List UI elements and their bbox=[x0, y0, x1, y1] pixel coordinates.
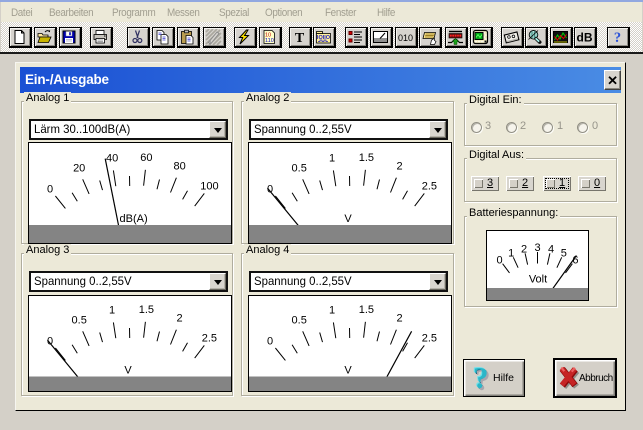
svg-text:1: 1 bbox=[329, 305, 335, 317]
svg-text:2: 2 bbox=[521, 244, 527, 256]
svg-text:1: 1 bbox=[508, 248, 514, 260]
svg-text:dB: dB bbox=[577, 31, 593, 45]
svg-text:0.5: 0.5 bbox=[72, 314, 87, 326]
svg-text:0: 0 bbox=[267, 335, 273, 347]
svg-text:0: 0 bbox=[497, 255, 503, 267]
svg-text:010: 010 bbox=[398, 33, 413, 43]
svg-text:110: 110 bbox=[265, 38, 274, 44]
svg-text:Volt: Volt bbox=[529, 274, 547, 286]
svg-text:2.5: 2.5 bbox=[422, 333, 437, 345]
svg-text:dB(A): dB(A) bbox=[120, 213, 148, 225]
svg-text:60: 60 bbox=[140, 152, 152, 164]
svg-text:T: T bbox=[295, 31, 305, 45]
svg-text:0: 0 bbox=[47, 183, 53, 195]
svg-text:V: V bbox=[344, 213, 352, 225]
svg-text:2.5: 2.5 bbox=[202, 333, 217, 345]
svg-text:1.5: 1.5 bbox=[359, 152, 374, 164]
svg-text:3: 3 bbox=[534, 242, 540, 254]
svg-text:1.5: 1.5 bbox=[139, 304, 154, 316]
svg-text:2: 2 bbox=[397, 161, 403, 173]
svg-text:2: 2 bbox=[177, 313, 183, 325]
svg-text:0.5: 0.5 bbox=[292, 162, 307, 174]
svg-text:4: 4 bbox=[548, 244, 554, 256]
svg-text:40: 40 bbox=[106, 153, 118, 165]
svg-text:1: 1 bbox=[329, 153, 335, 165]
svg-text:V: V bbox=[344, 365, 352, 377]
svg-text:100: 100 bbox=[200, 181, 218, 193]
svg-text:V: V bbox=[124, 365, 132, 377]
svg-text:20: 20 bbox=[73, 162, 85, 174]
svg-text:2: 2 bbox=[397, 313, 403, 325]
svg-text:1: 1 bbox=[109, 305, 115, 317]
svg-text:5: 5 bbox=[561, 248, 567, 260]
svg-text:0.5: 0.5 bbox=[292, 314, 307, 326]
svg-text:1.5: 1.5 bbox=[359, 304, 374, 316]
svg-text:?: ? bbox=[614, 30, 621, 45]
svg-text:80: 80 bbox=[173, 161, 185, 173]
svg-text:2.5: 2.5 bbox=[422, 181, 437, 193]
